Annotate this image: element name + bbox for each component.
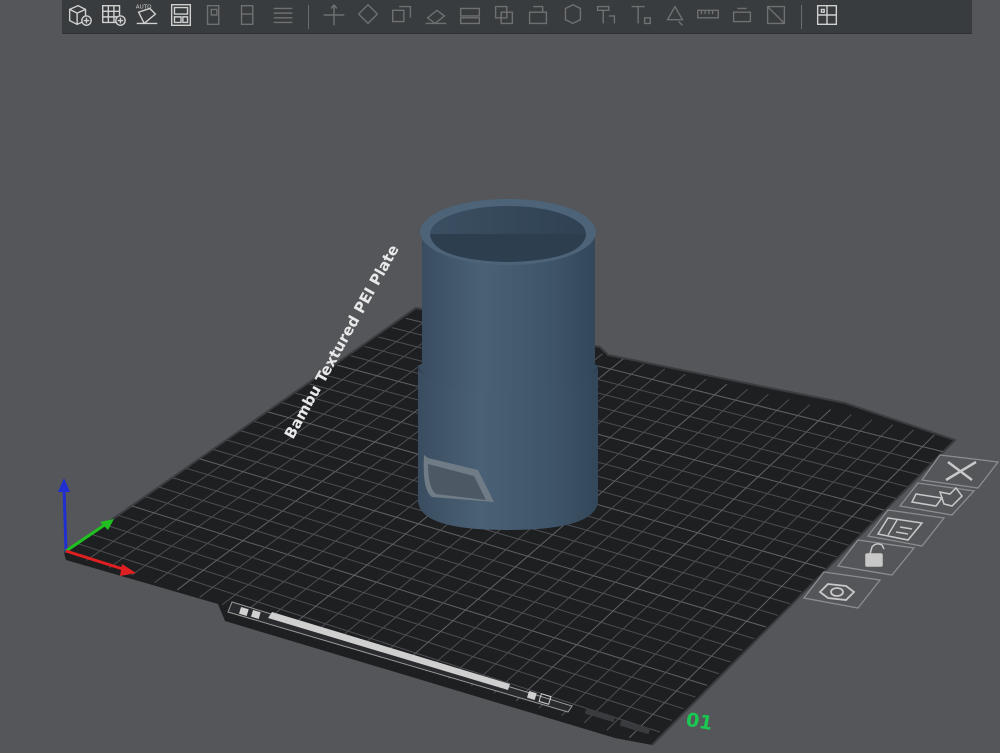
- support-paint-icon: [523, 1, 553, 33]
- measure-button[interactable]: [691, 2, 725, 32]
- top-toolbar: AUTO: [62, 0, 972, 34]
- 3d-viewport[interactable]: Bambu Textured PEI Plate 01: [0, 0, 1000, 753]
- seam-paint-icon: [557, 1, 587, 33]
- split-parts-button[interactable]: [232, 2, 266, 32]
- assemble-button[interactable]: [589, 2, 623, 32]
- scale-icon: [387, 1, 417, 33]
- layers-button[interactable]: [266, 2, 300, 32]
- brim-ears-icon: [727, 1, 757, 33]
- simplify-button[interactable]: [759, 2, 793, 32]
- z-axis: [62, 487, 68, 552]
- rotate-button[interactable]: [351, 2, 385, 32]
- seam-paint-button[interactable]: [555, 2, 589, 32]
- text-shape-button[interactable]: [623, 2, 657, 32]
- auto-orient-icon: AUTO: [132, 1, 162, 33]
- assembly-view-button[interactable]: [810, 2, 844, 32]
- support-paint-button[interactable]: [521, 2, 555, 32]
- add-object-button[interactable]: [62, 2, 96, 32]
- color-paint-icon: [659, 1, 689, 33]
- layers-icon: [268, 1, 298, 33]
- arrange-icon: [166, 1, 196, 33]
- toolbar-separator: [801, 4, 802, 29]
- svg-text:AUTO: AUTO: [136, 4, 152, 10]
- text-shape-icon: [625, 1, 655, 33]
- assemble-icon: [591, 1, 621, 33]
- add-plate-button[interactable]: [96, 2, 130, 32]
- mesh-boolean-button[interactable]: [487, 2, 521, 32]
- move-icon: [319, 1, 349, 33]
- simplify-icon: [761, 1, 791, 33]
- scale-button[interactable]: [385, 2, 419, 32]
- cut-icon: [455, 1, 485, 33]
- plate-number[interactable]: 01: [684, 709, 714, 735]
- cut-button[interactable]: [453, 2, 487, 32]
- arrange-button[interactable]: [164, 2, 198, 32]
- move-button[interactable]: [317, 2, 351, 32]
- z-axis-arrow: [58, 478, 70, 492]
- boolean-icon: [489, 1, 519, 33]
- cube-plus-icon: [64, 1, 94, 33]
- auto-orient-button[interactable]: AUTO: [130, 2, 164, 32]
- toolbar-separator: [308, 4, 309, 29]
- color-paint-button[interactable]: [657, 2, 691, 32]
- brim-ears-button[interactable]: [725, 2, 759, 32]
- model-adapter-tube[interactable]: [417, 199, 599, 530]
- lay-on-face-button[interactable]: [419, 2, 453, 32]
- split-parts-icon: [234, 1, 264, 33]
- split-objects-button[interactable]: [198, 2, 232, 32]
- lay-on-face-icon: [421, 1, 451, 33]
- split-objects-icon: [200, 1, 230, 33]
- assembly-view-icon: [812, 1, 842, 33]
- grid-plus-icon: [98, 1, 128, 33]
- rotate-icon: [353, 1, 383, 33]
- measure-icon: [693, 1, 723, 33]
